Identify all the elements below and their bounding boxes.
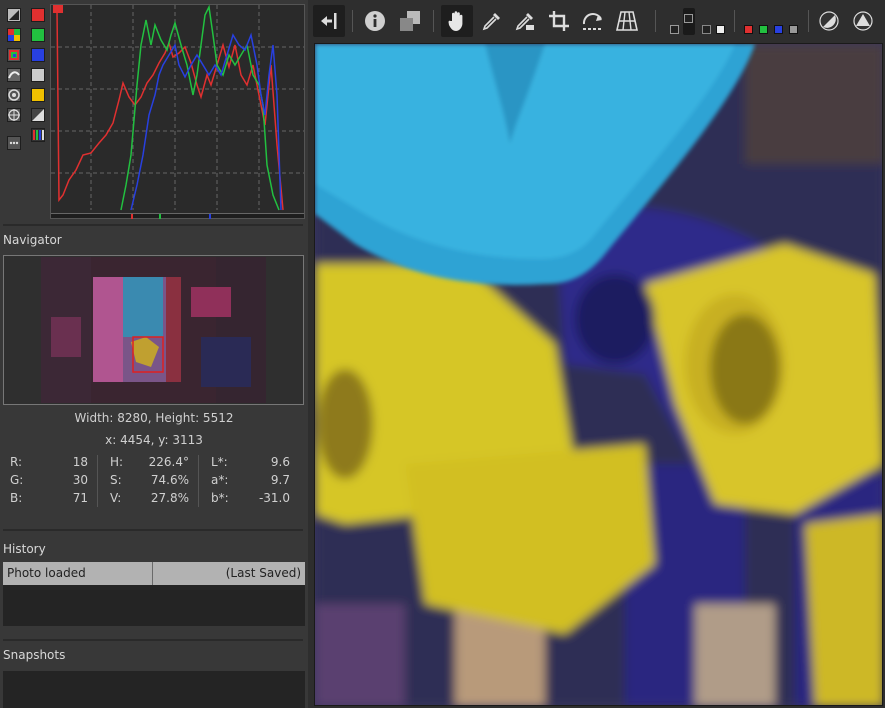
histogram-raw-icon[interactable] <box>7 28 21 42</box>
history-title: History <box>3 542 46 556</box>
histogram-more-icon[interactable] <box>7 136 21 150</box>
snapshots-list[interactable] <box>3 671 305 708</box>
navigator-title: Navigator <box>3 233 62 247</box>
divider <box>97 455 98 507</box>
clipping-indicator-button[interactable] <box>850 5 876 37</box>
histogram-mode-icon[interactable] <box>7 68 21 82</box>
image-dimensions: Width: 8280, Height: 5512 <box>74 411 234 425</box>
focus-mask-button[interactable] <box>816 5 842 37</box>
preview-light-icon[interactable] <box>716 25 725 34</box>
divider <box>198 455 199 507</box>
histogram-green-toggle[interactable] <box>31 28 45 42</box>
rgb-values: R: 18 G: 30 B: 71 <box>10 455 88 505</box>
info-button[interactable] <box>361 5 389 37</box>
snapshots-title: Snapshots <box>3 648 66 662</box>
histogram-luminance-toggle[interactable] <box>31 68 45 82</box>
preview-mode-button[interactable] <box>668 6 696 38</box>
history-list[interactable] <box>3 585 305 626</box>
cursor-coordinates: x: 4454, y: 3113 <box>105 433 203 447</box>
histogram-bar-icon[interactable] <box>7 48 21 62</box>
rotate-straighten-button[interactable] <box>578 5 608 37</box>
histogram <box>50 4 305 219</box>
white-balance-picker-icon <box>515 13 534 31</box>
navigator-preview[interactable] <box>3 255 304 405</box>
separator <box>3 639 303 641</box>
channel-luminance-icon[interactable] <box>789 25 798 34</box>
histogram-scale-bar <box>51 213 304 219</box>
separator <box>3 529 303 531</box>
channel-green-icon[interactable] <box>759 25 768 34</box>
histogram-graph <box>51 4 304 211</box>
perspective-icon <box>616 11 638 31</box>
clipping-indicator-icon <box>853 11 873 31</box>
rotate-straighten-icon <box>582 13 603 30</box>
separator <box>3 224 303 226</box>
crop-icon <box>549 11 569 31</box>
white-balance-picker-button[interactable] <box>512 5 538 37</box>
photo-canvas <box>315 44 882 705</box>
info-icon <box>365 11 385 31</box>
lab-values: L*: 9.6 a*: 9.7 b*: -31.0 <box>211 455 290 505</box>
histogram-scale-icon[interactable] <box>7 8 21 22</box>
histogram-chroma-toggle[interactable] <box>31 88 45 102</box>
channel-red-icon[interactable] <box>744 25 753 34</box>
histogram-red-toggle[interactable] <box>31 8 45 22</box>
crop-button[interactable] <box>545 5 573 37</box>
preview-dark-icon[interactable] <box>702 25 711 34</box>
history-list-header[interactable]: Photo loaded (Last Saved) <box>3 562 305 585</box>
histogram-blue-toggle[interactable] <box>31 48 45 62</box>
histogram-bars-icon[interactable] <box>31 128 45 142</box>
hand-icon <box>448 11 463 31</box>
hsv-values: H: 226.4° S: 74.6% V: 27.8% <box>110 455 189 505</box>
panel-toggle-icon <box>321 13 337 29</box>
histogram-chroma-icon[interactable] <box>7 88 21 102</box>
preview-mode-icon <box>684 14 693 23</box>
clipping-indicator <box>53 5 63 13</box>
image-preview[interactable] <box>314 43 883 706</box>
left-panel: Navigator Width: 8280, Height: 5512 x: 4… <box>0 0 308 708</box>
color-picker-icon <box>482 13 500 31</box>
panel-toggle-button[interactable] <box>313 5 345 37</box>
before-after-icon <box>400 11 420 31</box>
hand-tool-button[interactable] <box>441 5 473 37</box>
color-picker-button[interactable] <box>479 5 505 37</box>
preview-mode-indicator <box>670 25 679 34</box>
histogram-gradient-icon[interactable] <box>31 108 45 122</box>
history-saved-label: (Last Saved) <box>225 566 301 580</box>
perspective-button[interactable] <box>613 5 641 37</box>
histogram-crosshair-icon[interactable] <box>7 108 21 122</box>
channel-blue-icon[interactable] <box>774 25 783 34</box>
history-entry-label: Photo loaded <box>7 566 86 580</box>
navigator-thumbnail <box>41 257 266 403</box>
focus-mask-icon <box>819 11 839 31</box>
before-after-button[interactable] <box>396 5 424 37</box>
